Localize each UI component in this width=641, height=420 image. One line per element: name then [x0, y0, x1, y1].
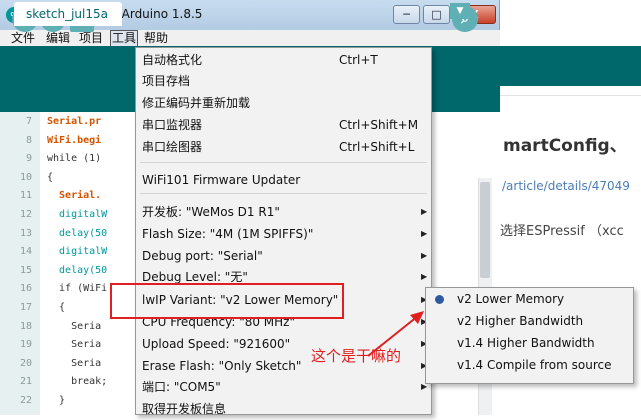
annotation-text: 这个是干嘛的 — [310, 347, 401, 365]
